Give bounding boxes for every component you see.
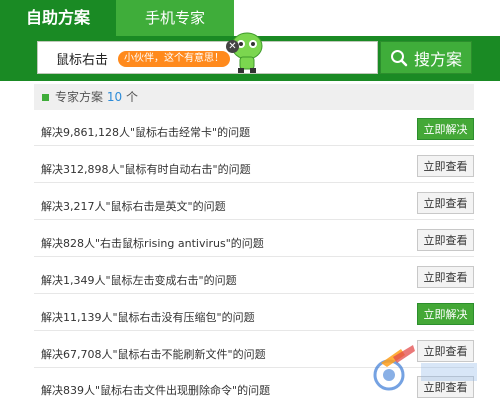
row-divider	[34, 256, 474, 257]
solve-now-button[interactable]: 立即解决	[417, 118, 474, 140]
result-text[interactable]: 解决11,139人"鼠标右击没有压缩包"的问题	[41, 309, 255, 325]
square-bullet-icon	[42, 94, 49, 101]
result-text[interactable]: 解决67,708人"鼠标右击不能刷新文件"的问题	[41, 346, 266, 362]
tab-mobile-expert[interactable]: 手机专家	[116, 0, 234, 36]
result-row: 解决11,139人"鼠标右击没有压缩包"的问题 立即解决	[41, 303, 474, 329]
result-row: 解决312,898人"鼠标有时自动右击"的问题 立即查看	[41, 155, 474, 181]
result-row: 解决9,861,128人"鼠标右击经常卡"的问题 立即解决	[41, 118, 474, 144]
result-text[interactable]: 解决312,898人"鼠标有时自动右击"的问题	[41, 161, 251, 177]
row-divider	[34, 182, 474, 183]
row-divider	[34, 330, 474, 331]
tab-self-help[interactable]: 自助方案	[0, 0, 116, 36]
tabbar-spacer	[234, 0, 500, 36]
result-text[interactable]: 解决9,861,128人"鼠标右击经常卡"的问题	[41, 124, 250, 140]
results-count: 10	[106, 90, 123, 104]
search-button-label: 搜方案	[413, 49, 462, 69]
watermark-logo-icon	[373, 345, 477, 391]
result-row: 解决828人"右击鼠标rising antivirus"的问题 立即查看	[41, 229, 474, 255]
solve-now-button[interactable]: 立即解决	[417, 303, 474, 325]
result-row: 解决1,349人"鼠标左击变成右击"的问题 立即查看	[41, 266, 474, 292]
row-divider	[34, 219, 474, 220]
result-text[interactable]: 解决1,349人"鼠标左击变成右击"的问题	[41, 272, 237, 288]
result-row: 解决3,217人"鼠标右击是英文"的问题 立即查看	[41, 192, 474, 218]
result-text[interactable]: 解决828人"右击鼠标rising antivirus"的问题	[41, 235, 264, 251]
close-icon[interactable]: ✕	[226, 40, 239, 53]
tip-badge: 小伙伴，这个有意思！	[118, 51, 230, 67]
magnifier-icon	[390, 49, 408, 66]
row-divider	[34, 145, 474, 146]
search-query-text: 鼠标右击	[56, 53, 109, 68]
row-divider	[34, 293, 474, 294]
search-input[interactable]: 鼠标右击 小伙伴，这个有意思！	[37, 32, 378, 74]
results-label: 专家方案	[55, 90, 104, 104]
search-button[interactable]: 搜方案	[380, 41, 472, 74]
results-unit: 个	[125, 90, 138, 104]
view-now-button[interactable]: 立即查看	[417, 192, 474, 214]
view-now-button[interactable]: 立即查看	[417, 155, 474, 177]
view-now-button[interactable]: 立即查看	[417, 229, 474, 251]
results-header: 专家方案 10 个	[34, 84, 474, 110]
view-now-button[interactable]: 立即查看	[417, 266, 474, 288]
result-text[interactable]: 解决839人"鼠标右击文件出现删除命令"的问题	[41, 382, 270, 398]
result-text[interactable]: 解决3,217人"鼠标右击是英文"的问题	[41, 198, 226, 214]
